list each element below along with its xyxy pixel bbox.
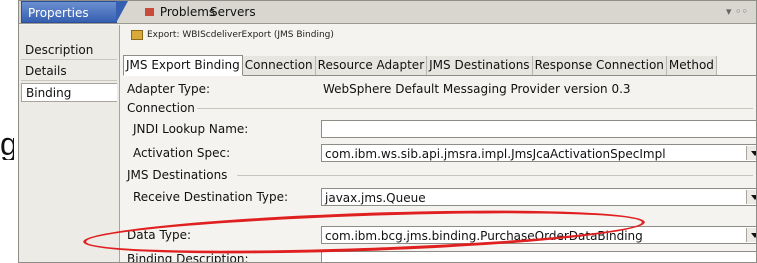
tab-problems[interactable]: Problems xyxy=(137,1,215,23)
tab-method[interactable]: Method xyxy=(666,56,717,75)
export-icon xyxy=(131,29,143,40)
jndi-lookup-input[interactable] xyxy=(321,120,756,138)
sidebar-item-label: Description xyxy=(25,43,94,57)
adapter-type-row: Adapter Type: WebSphere Default Messagin… xyxy=(123,79,753,99)
export-header: Export: WBIScdeliverExport (JMS Binding) xyxy=(131,25,334,45)
problems-icon xyxy=(145,8,154,16)
tab-servers[interactable]: Servers xyxy=(210,1,256,23)
view-menu-icon[interactable]: ▾ ◦◦ xyxy=(726,1,748,23)
sidebar-item-description[interactable]: Description xyxy=(21,41,117,60)
connection-section: Connection xyxy=(123,98,753,118)
jms-destinations-section-title: JMS Destinations xyxy=(127,168,228,182)
servers-label: Servers xyxy=(210,5,256,19)
adapter-type-label: Adapter Type: xyxy=(127,82,211,96)
chevron-down-icon[interactable] xyxy=(746,146,756,160)
connection-section-title: Connection xyxy=(127,101,195,115)
adapter-type-value: WebSphere Default Messaging Provider ver… xyxy=(323,82,631,96)
sidebar-item-details[interactable]: Details xyxy=(21,62,117,81)
activation-spec-combo[interactable]: com.ibm.ws.sib.api.jmsra.impl.JmsJcaActi… xyxy=(321,144,756,162)
chevron-down-icon[interactable] xyxy=(746,228,756,242)
content-tab-bar: JMS Export Binding Connection Resource Ada… xyxy=(123,55,756,76)
receive-destination-combo[interactable]: javax.jms.Queue xyxy=(321,188,756,206)
receive-destination-label: Receive Destination Type: xyxy=(133,190,289,204)
problems-label: Problems xyxy=(159,5,216,19)
jms-destinations-section: JMS Destinations xyxy=(123,165,753,185)
view-tab-bar: Properties Problems Servers ▾ ◦◦ xyxy=(19,1,756,24)
properties-label: Properties xyxy=(28,6,89,20)
cropped-background-text: g xyxy=(0,128,14,160)
binding-description-input[interactable] xyxy=(321,251,756,262)
sidebar-item-label: Details xyxy=(25,64,67,78)
properties-sidebar: Description Details Binding xyxy=(19,25,120,262)
jndi-lookup-label: JNDI Lookup Name: xyxy=(133,122,249,136)
export-header-text: Export: WBIScdeliverExport (JMS Binding) xyxy=(147,30,334,40)
tab-resource-adapter[interactable]: Resource Adapter xyxy=(315,56,428,75)
tab-connection[interactable]: Connection xyxy=(242,56,316,75)
sidebar-item-label: Binding xyxy=(26,86,72,100)
properties-panel: Properties Problems Servers ▾ ◦◦ Descrip… xyxy=(18,0,757,263)
tab-response-connection[interactable]: Response Connection xyxy=(532,56,667,75)
activation-spec-label: Activation Spec: xyxy=(133,146,231,160)
section-divider xyxy=(237,175,753,176)
activation-spec-value: com.ibm.ws.sib.api.jmsra.impl.JmsJcaActi… xyxy=(325,147,666,161)
sidebar-item-binding[interactable]: Binding xyxy=(21,83,117,102)
tab-jms-export-binding[interactable]: JMS Export Binding xyxy=(123,55,243,76)
chevron-down-icon[interactable] xyxy=(746,190,756,204)
tab-jms-destinations[interactable]: JMS Destinations xyxy=(427,56,533,75)
section-divider xyxy=(197,108,753,109)
receive-destination-value: javax.jms.Queue xyxy=(325,191,426,205)
tab-properties[interactable]: Properties xyxy=(21,1,128,23)
